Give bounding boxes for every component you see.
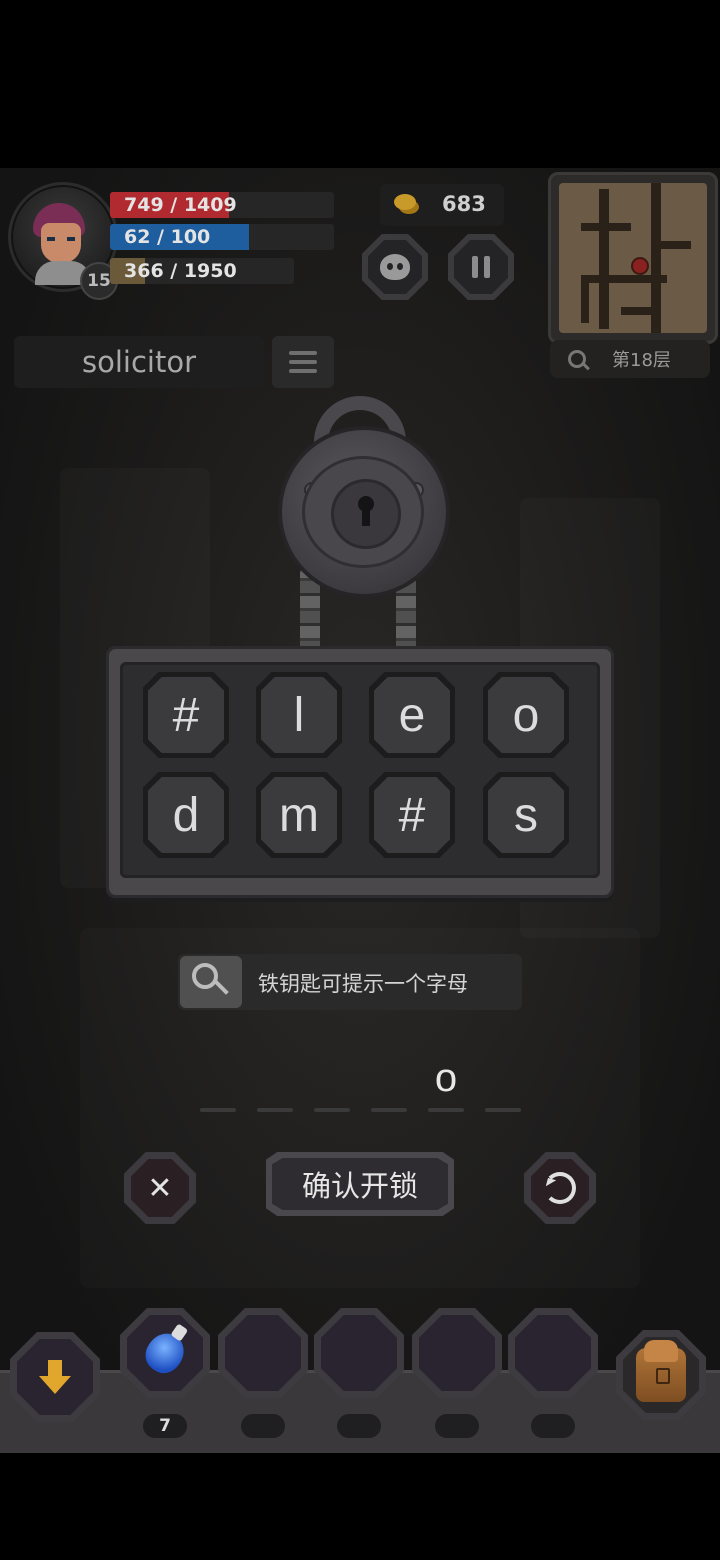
coin-icon — [394, 194, 416, 210]
backpack-button[interactable] — [616, 1330, 706, 1420]
refresh-icon — [544, 1172, 576, 1204]
answer-slot[interactable] — [200, 1108, 236, 1112]
letter-tile[interactable]: m — [256, 772, 342, 858]
item-slot-count — [531, 1414, 575, 1438]
letter-tile-label: l — [261, 677, 337, 753]
letter-tile[interactable]: d — [143, 772, 229, 858]
coin-value: 683 — [442, 192, 486, 216]
letter-tile[interactable]: s — [483, 772, 569, 858]
hp-text: 749 / 1409 — [124, 194, 237, 216]
letter-tile-label: # — [374, 777, 450, 853]
letter-tile[interactable]: e — [369, 672, 455, 758]
letter-tile[interactable]: # — [369, 772, 455, 858]
item-slot-empty[interactable] — [508, 1308, 598, 1398]
item-slot-count — [241, 1414, 285, 1438]
list-icon — [289, 351, 317, 373]
hint-text: 铁钥匙可提示一个字母 — [258, 972, 468, 996]
hp-bar: 749 / 1409 — [110, 192, 334, 218]
search-icon — [568, 350, 586, 368]
letter-tile-label: m — [261, 777, 337, 853]
backpack-icon — [636, 1340, 686, 1402]
confirm-unlock-label: 确认开锁 — [272, 1158, 448, 1210]
player-marker — [631, 257, 649, 275]
arrow-down-icon — [39, 1360, 71, 1394]
item-slot-count — [337, 1414, 381, 1438]
pause-icon — [472, 256, 490, 278]
mp-text: 62 / 100 — [124, 226, 211, 248]
item-slot-count — [435, 1414, 479, 1438]
answer-slot[interactable] — [485, 1108, 521, 1112]
item-slot-empty[interactable] — [314, 1308, 404, 1398]
hint-key-button[interactable] — [180, 956, 242, 1008]
clear-button[interactable]: ✕ — [124, 1152, 196, 1224]
mp-bar: 62 / 100 — [110, 224, 334, 250]
keyhole-icon — [358, 496, 374, 526]
item-slot-empty[interactable] — [412, 1308, 502, 1398]
confirm-unlock-button[interactable]: 确认开锁 — [266, 1152, 454, 1216]
reset-button[interactable] — [524, 1152, 596, 1224]
answer-slot[interactable] — [371, 1108, 407, 1112]
exp-text: 366 / 1950 — [124, 260, 237, 282]
close-icon: ✕ — [131, 1159, 189, 1217]
letter-tile-label: # — [148, 677, 224, 753]
minimap[interactable] — [548, 172, 718, 344]
letter-tile-label: e — [374, 677, 450, 753]
letter-tile[interactable]: o — [483, 672, 569, 758]
potion-icon — [138, 1326, 192, 1380]
item-slot-empty[interactable] — [218, 1308, 308, 1398]
coin-counter: 683 — [380, 184, 504, 226]
floor-indicator[interactable]: 第18层 — [550, 340, 710, 378]
key-icon — [192, 963, 218, 989]
floor-label: 第18层 — [612, 350, 671, 371]
answer-slot[interactable] — [257, 1108, 293, 1112]
letter-tile-label: d — [148, 777, 224, 853]
potion-count: 7 — [143, 1414, 187, 1438]
padlock — [278, 426, 450, 598]
word-list-button[interactable] — [272, 336, 334, 388]
letter-tile[interactable]: l — [256, 672, 342, 758]
word-display: solicitor — [14, 336, 264, 388]
answer-slot-letter: o — [434, 1056, 458, 1100]
descend-button[interactable] — [10, 1332, 100, 1422]
answer-slot[interactable] — [428, 1108, 464, 1112]
exp-bar: 366 / 1950 — [110, 258, 294, 284]
letter-tile[interactable]: # — [143, 672, 229, 758]
item-slot-potion[interactable] — [120, 1308, 210, 1398]
hint-bar[interactable]: 铁钥匙可提示一个字母 — [178, 954, 522, 1010]
letter-tile-label: s — [488, 777, 564, 853]
answer-slot[interactable] — [314, 1108, 350, 1112]
letter-tile-label: o — [488, 677, 564, 753]
pet-face-icon — [380, 254, 410, 280]
